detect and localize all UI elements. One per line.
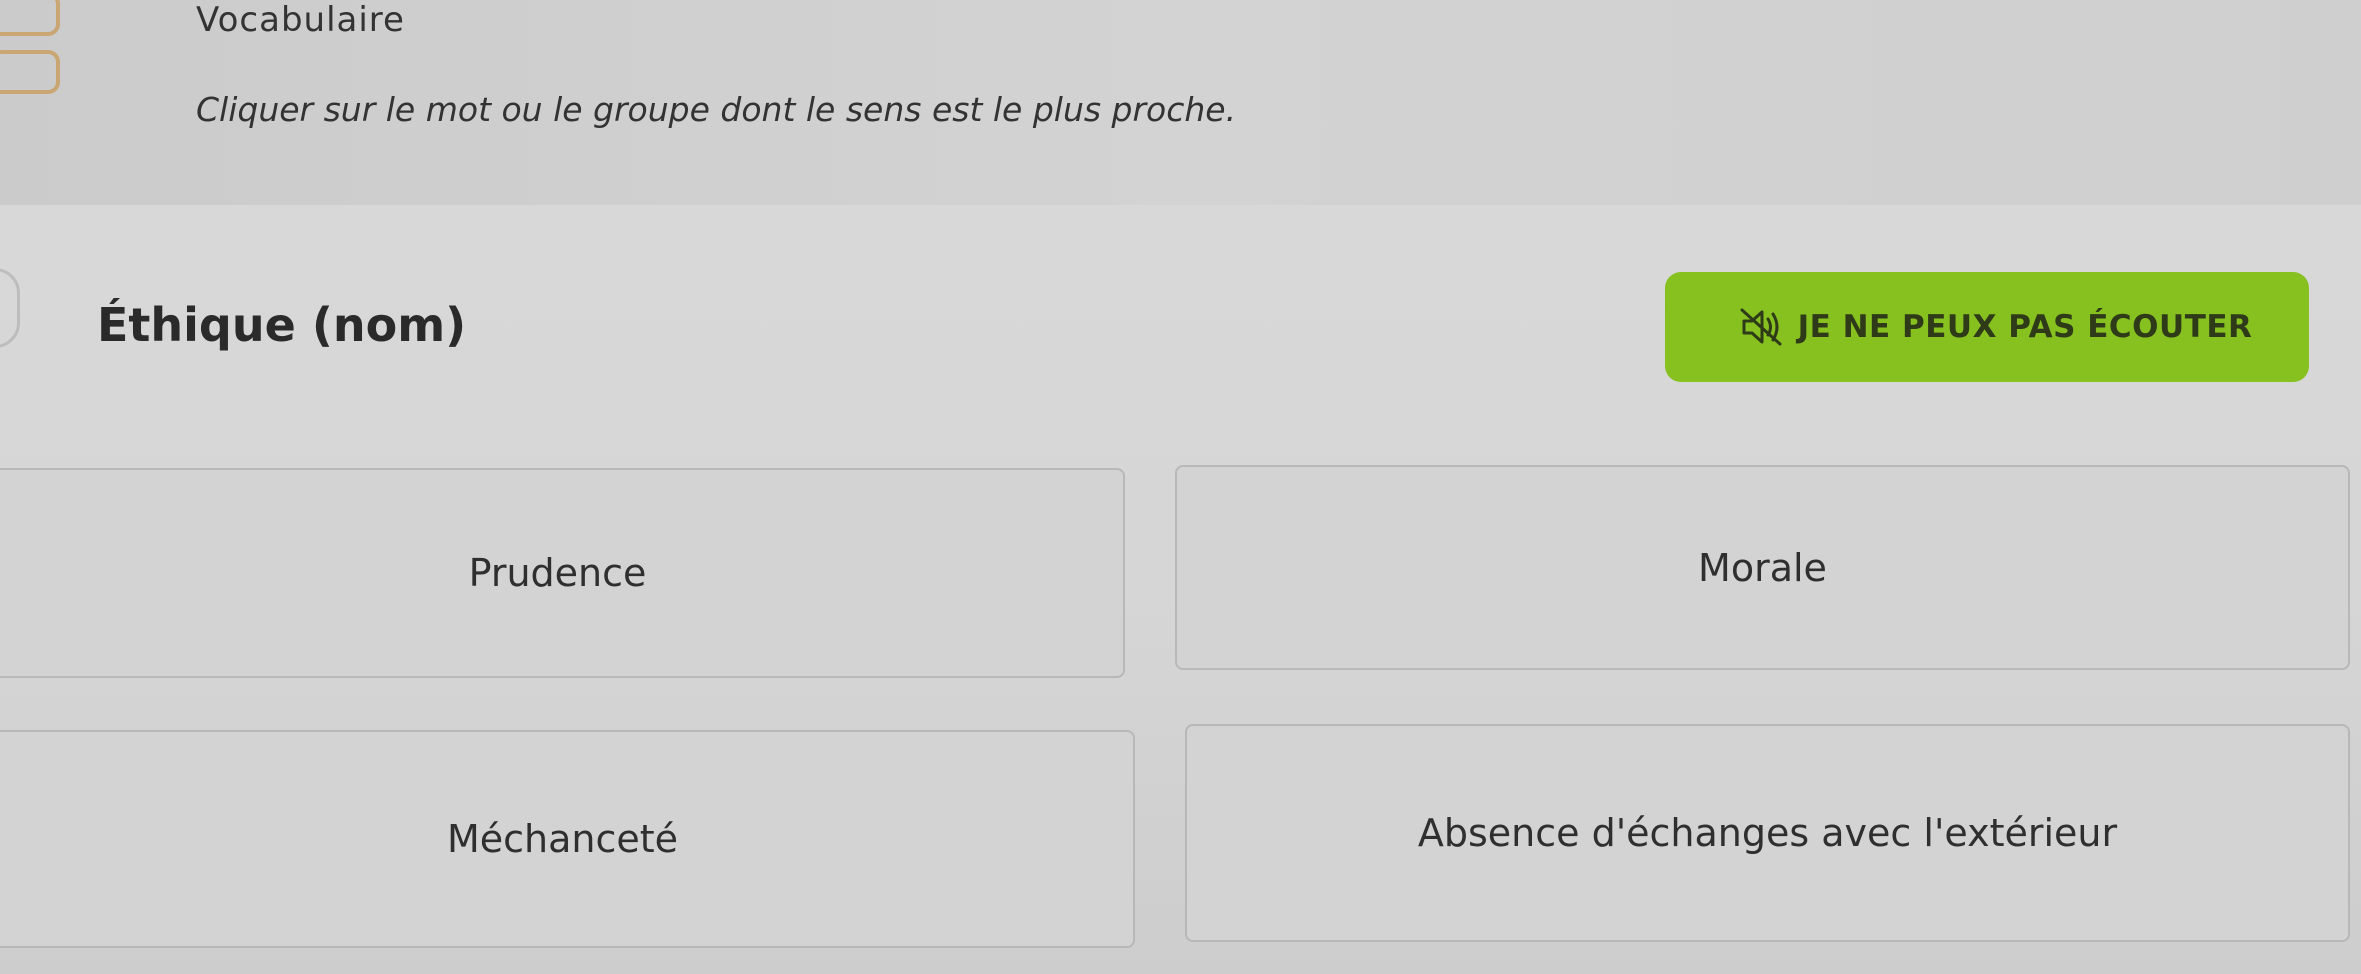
choice-mechancete[interactable]: Méchanceté [0, 730, 1135, 948]
choice-label: Absence d'échanges avec l'extérieur [1417, 811, 2118, 855]
question-word: Éthique (nom) [97, 298, 467, 352]
cannot-listen-label: JE NE PEUX PAS ÉCOUTER [1797, 309, 2253, 345]
instruction-text: Cliquer sur le mot ou le groupe dont le … [196, 90, 1237, 129]
choice-label: Morale [1698, 545, 1827, 590]
choice-prudence[interactable]: Prudence [0, 468, 1125, 678]
header-bar: Vocabulaire Cliquer sur le mot ou le gro… [0, 0, 2361, 205]
choice-absence-echanges[interactable]: Absence d'échanges avec l'extérieur [1185, 724, 2350, 942]
cannot-listen-button[interactable]: JE NE PEUX PAS ÉCOUTER [1665, 272, 2309, 382]
logo-square-top [0, 0, 60, 36]
choice-label: Méchanceté [446, 817, 679, 861]
back-button[interactable] [0, 268, 20, 348]
logo-square-bottom [0, 50, 60, 94]
choice-morale[interactable]: Morale [1175, 465, 2350, 670]
speaker-muted-icon [1740, 307, 1784, 347]
app-logo-icon [0, 0, 70, 94]
choice-label: Prudence [468, 551, 647, 595]
section-title: Vocabulaire [196, 0, 405, 40]
